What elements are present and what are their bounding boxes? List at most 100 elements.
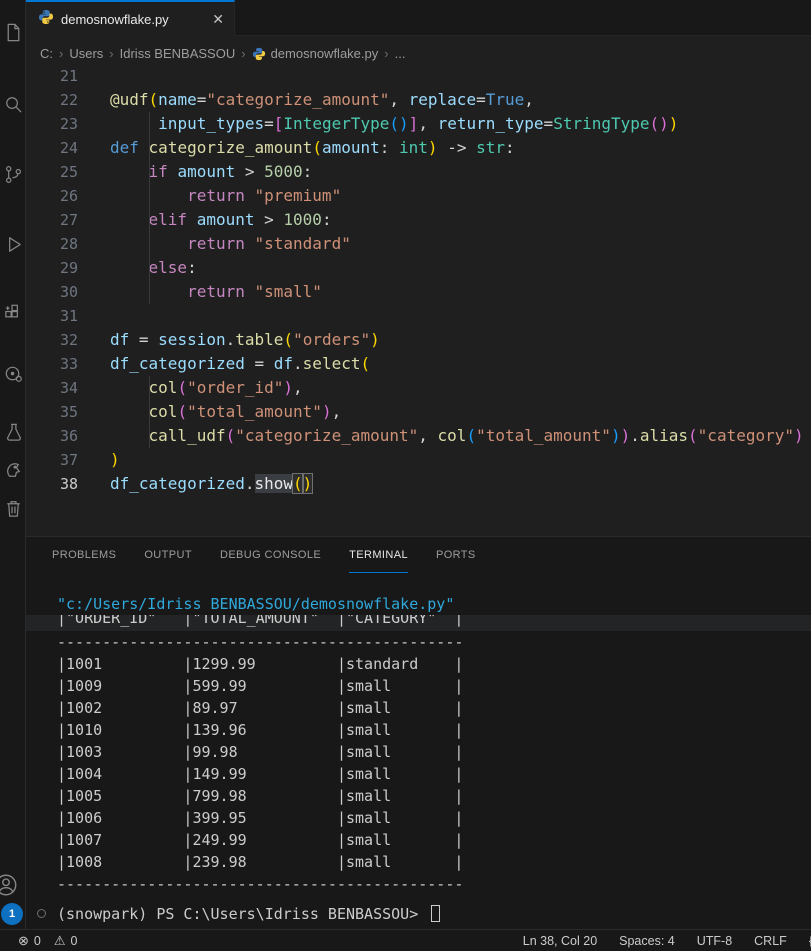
code-line[interactable]: 24 def categorize_amount(amount: int) -> … bbox=[26, 136, 811, 160]
code-text: elif amount > 1000: bbox=[110, 208, 332, 232]
breadcrumb-separator-icon: › bbox=[241, 46, 245, 61]
code-line[interactable]: 21 bbox=[26, 70, 811, 88]
line-number[interactable]: 22 bbox=[26, 88, 78, 112]
run-and-debug-icon[interactable] bbox=[0, 230, 26, 258]
terminal[interactable]: "c:/Users/Idriss BENBASSOU/demosnowflake… bbox=[26, 573, 811, 930]
line-number[interactable]: 25 bbox=[26, 160, 78, 184]
code-text: df = session.table("orders") bbox=[110, 328, 380, 352]
breadcrumb-item[interactable]: Idriss BENBASSOU bbox=[120, 46, 236, 61]
line-number[interactable]: 35 bbox=[26, 400, 78, 424]
problems-status[interactable]: ⊗ 0 ⚠ 0 bbox=[18, 933, 77, 949]
breadcrumb-item[interactable]: C: bbox=[40, 46, 53, 61]
line-number[interactable]: 37 bbox=[26, 448, 78, 472]
code-line[interactable]: 35 col("total_amount"), bbox=[26, 400, 811, 424]
code-line[interactable]: 33 df_categorized = df.select( bbox=[26, 352, 811, 376]
breadcrumb-item[interactable]: ... bbox=[395, 46, 406, 61]
terminal-table-row: |1005 |799.98 |small | bbox=[26, 785, 811, 807]
line-number[interactable]: 38 bbox=[26, 472, 78, 496]
code-line[interactable]: 34 col("order_id"), bbox=[26, 376, 811, 400]
code-line[interactable]: 37) bbox=[26, 448, 811, 472]
terminal-table-header: |"ORDER_ID" |"TOTAL_AMOUNT" |"CATEGORY" … bbox=[26, 615, 811, 629]
panel-tab-ports[interactable]: PORTS bbox=[436, 537, 476, 573]
code-text: col("order_id"), bbox=[110, 376, 303, 400]
code-text: df_categorized.show() bbox=[110, 472, 312, 496]
panel-tab-terminal[interactable]: TERMINAL bbox=[349, 537, 408, 573]
line-number[interactable]: 24 bbox=[26, 136, 78, 160]
line-number[interactable]: 29 bbox=[26, 256, 78, 280]
line-number[interactable]: 27 bbox=[26, 208, 78, 232]
terminal-table-divider: ----------------------------------------… bbox=[26, 631, 811, 653]
line-number[interactable]: 34 bbox=[26, 376, 78, 400]
breadcrumb: C:›Users›Idriss BENBASSOU›demosnowflake.… bbox=[26, 36, 811, 70]
terminal-table-row: |1004 |149.99 |small | bbox=[26, 763, 811, 785]
code-line[interactable]: 32 df = session.table("orders") bbox=[26, 328, 811, 352]
terminal-cursor bbox=[431, 905, 440, 922]
breadcrumb-item[interactable]: Users bbox=[69, 46, 103, 61]
line-number[interactable]: 21 bbox=[26, 70, 78, 88]
code-line[interactable]: 31 bbox=[26, 304, 811, 328]
code-line[interactable]: 22@udf(name="categorize_amount", replace… bbox=[26, 88, 811, 112]
code-editor[interactable]: 2122@udf(name="categorize_amount", repla… bbox=[26, 70, 811, 536]
files-icon[interactable] bbox=[0, 18, 26, 46]
code-line[interactable]: 23 input_types=[IntegerType()], return_t… bbox=[26, 112, 811, 136]
status-utf-8[interactable]: UTF-8 bbox=[697, 934, 732, 948]
line-number[interactable]: 36 bbox=[26, 424, 78, 448]
panel-tab-problems[interactable]: PROBLEMS bbox=[52, 537, 116, 573]
terminal-table-row: |1009 |599.99 |small | bbox=[26, 675, 811, 697]
code-line[interactable]: 30 return "small" bbox=[26, 280, 811, 304]
breadcrumb-separator-icon: › bbox=[59, 46, 63, 61]
breadcrumb-item[interactable]: demosnowflake.py bbox=[271, 46, 379, 61]
line-number[interactable]: 32 bbox=[26, 328, 78, 352]
code-line[interactable]: 29 else: bbox=[26, 256, 811, 280]
warning-icon: ⚠ bbox=[54, 933, 66, 949]
status-ln-38-col-20[interactable]: Ln 38, Col 20 bbox=[523, 934, 597, 948]
panel-tab-debug-console[interactable]: DEBUG CONSOLE bbox=[220, 537, 321, 573]
tab-demosnowflake[interactable]: demosnowflake.py ✕ bbox=[26, 0, 235, 36]
code-line[interactable]: 38 df_categorized.show() bbox=[26, 472, 811, 496]
line-number[interactable]: 23 bbox=[26, 112, 78, 136]
python-icon bbox=[38, 9, 54, 30]
command-decoration-icon bbox=[37, 909, 46, 918]
error-icon: ⊗ bbox=[18, 933, 29, 949]
code-line[interactable]: 26 return "premium" bbox=[26, 184, 811, 208]
terminal-table-row: |1006 |399.95 |small | bbox=[26, 807, 811, 829]
notification-badge[interactable]: 1 bbox=[1, 903, 23, 925]
line-number[interactable]: 30 bbox=[26, 280, 78, 304]
extensions-icon[interactable] bbox=[0, 298, 26, 326]
trash-icon[interactable] bbox=[0, 494, 26, 522]
terminal-table-row: |1003 |99.98 |small | bbox=[26, 741, 811, 763]
line-number[interactable]: 33 bbox=[26, 352, 78, 376]
panel-tab-output[interactable]: OUTPUT bbox=[144, 537, 192, 573]
testing-icon[interactable] bbox=[0, 418, 26, 446]
code-text: def categorize_amount(amount: int) -> st… bbox=[110, 136, 515, 160]
close-tab-icon[interactable]: ✕ bbox=[212, 12, 224, 26]
status-bar: ⊗ 0 ⚠ 0 Ln 38, Col 20Spaces: 4UTF-8CRLF{ bbox=[0, 929, 811, 951]
terminal-table-row: |1008 |239.98 |small | bbox=[26, 851, 811, 873]
line-number[interactable]: 28 bbox=[26, 232, 78, 256]
error-count: 0 bbox=[34, 934, 41, 948]
activity-bar: 1 bbox=[0, 0, 26, 929]
remote-explorer-icon[interactable] bbox=[0, 360, 26, 388]
line-number[interactable]: 31 bbox=[26, 304, 78, 328]
code-line[interactable]: 25 if amount > 5000: bbox=[26, 160, 811, 184]
account-icon[interactable] bbox=[0, 872, 19, 903]
ai-assistant-icon[interactable] bbox=[0, 456, 26, 484]
status-crlf[interactable]: CRLF bbox=[754, 934, 787, 948]
terminal-table-header-clipped: |"ORDER_ID" |"TOTAL_AMOUNT" |"CATEGORY" … bbox=[26, 615, 811, 631]
code-line[interactable]: 28 return "standard" bbox=[26, 232, 811, 256]
panel-tabs: PROBLEMS OUTPUT DEBUG CONSOLE TERMINAL PORTS bbox=[26, 537, 811, 573]
line-number[interactable]: 26 bbox=[26, 184, 78, 208]
status-spaces-4[interactable]: Spaces: 4 bbox=[619, 934, 675, 948]
search-icon[interactable] bbox=[0, 90, 26, 118]
code-line[interactable]: 27 elif amount > 1000: bbox=[26, 208, 811, 232]
code-line[interactable]: 36 call_udf("categorize_amount", col("to… bbox=[26, 424, 811, 448]
code-text: return "premium" bbox=[110, 184, 341, 208]
source-control-icon[interactable] bbox=[0, 160, 26, 188]
code-text: ) bbox=[110, 448, 120, 472]
code-text: call_udf("categorize_amount", col("total… bbox=[110, 424, 804, 448]
terminal-prompt[interactable]: (snowpark) PS C:\Users\Idriss BENBASSOU> bbox=[26, 903, 811, 925]
code-text: else: bbox=[110, 256, 197, 280]
code-text: return "small" bbox=[110, 280, 322, 304]
terminal-table-row: |1010 |139.96 |small | bbox=[26, 719, 811, 741]
code-text: df_categorized = df.select( bbox=[110, 352, 370, 376]
